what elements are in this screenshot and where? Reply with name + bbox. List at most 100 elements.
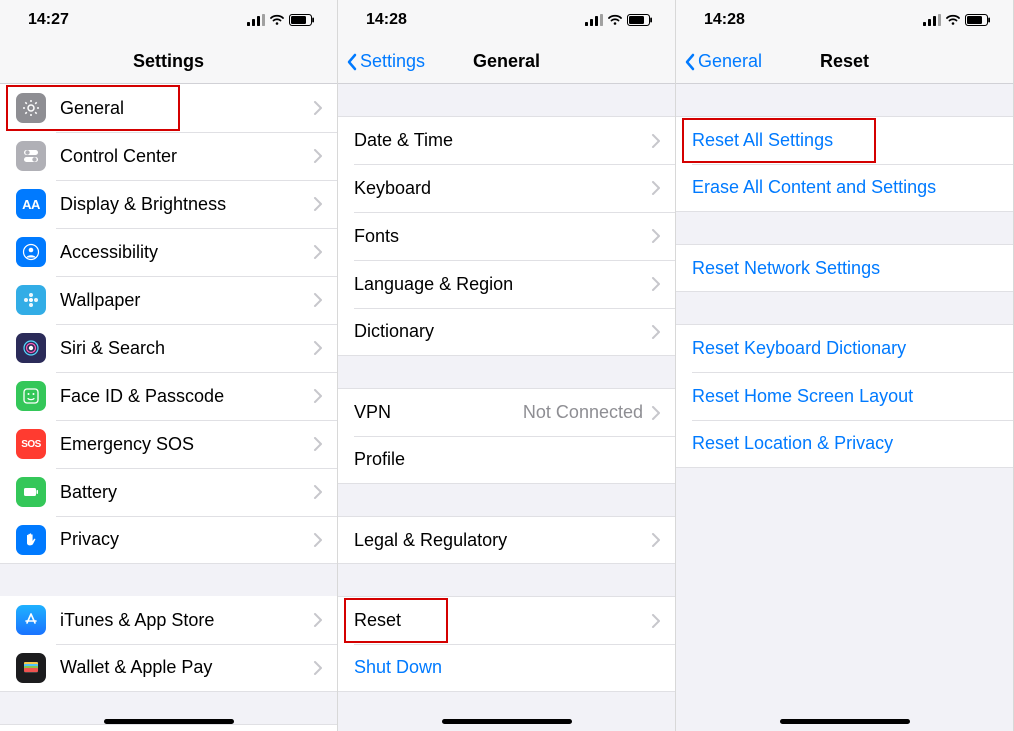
list-item[interactable]: Fonts: [338, 212, 675, 260]
list-item[interactable]: Face ID & Passcode: [0, 372, 337, 420]
battery-icon: [289, 14, 315, 26]
status-bar: 14:28: [338, 0, 675, 40]
list-item-label: Control Center: [60, 146, 313, 167]
list-item-label: Accessibility: [60, 242, 313, 263]
list-item-label: Battery: [60, 482, 313, 503]
settings-list[interactable]: General Control Center AADisplay & Brightn…: [0, 84, 337, 731]
list-item[interactable]: Profile: [338, 436, 675, 484]
faceid-icon: [16, 381, 46, 411]
list-item[interactable]: Battery: [0, 468, 337, 516]
list-item[interactable]: Wallet & Apple Pay: [0, 644, 337, 692]
list-item-label: Reset Network Settings: [692, 258, 999, 279]
battery-icon: [16, 477, 46, 507]
nav-bar: Settings General: [338, 40, 675, 84]
list-item[interactable]: Siri & Search: [0, 324, 337, 372]
status-time: 14:28: [366, 11, 407, 29]
chevron-right-icon: [313, 437, 323, 451]
back-button[interactable]: General: [684, 51, 762, 72]
list-item-label: iTunes & App Store: [60, 610, 313, 631]
status-indicators: [585, 14, 653, 26]
home-indicator[interactable]: [442, 719, 572, 724]
chevron-right-icon: [313, 197, 323, 211]
wifi-icon: [270, 14, 284, 26]
chevron-right-icon: [651, 181, 661, 195]
list-item[interactable]: Reset Keyboard Dictionary: [676, 324, 1013, 372]
list-item[interactable]: Dictionary: [338, 308, 675, 356]
reset-list[interactable]: Reset All SettingsErase All Content and …: [676, 84, 1013, 731]
nav-bar: Settings: [0, 40, 337, 84]
chevron-right-icon: [651, 533, 661, 547]
siri-orb-icon: [16, 333, 46, 363]
chevron-right-icon: [651, 325, 661, 339]
list-item[interactable]: Date & Time: [338, 116, 675, 164]
status-bar: 14:27: [0, 0, 337, 40]
list-item[interactable]: Reset Home Screen Layout: [676, 372, 1013, 420]
list-item-label: Privacy: [60, 529, 313, 550]
list-item-label: Fonts: [354, 226, 651, 247]
list-item-label: Reset Keyboard Dictionary: [692, 338, 999, 359]
flower-icon: [16, 285, 46, 315]
cellular-signal-icon: [247, 14, 265, 26]
list-item[interactable]: SOS Emergency SOS: [0, 420, 337, 468]
chevron-right-icon: [313, 533, 323, 547]
battery-icon: [627, 14, 653, 26]
chevron-right-icon: [651, 229, 661, 243]
switches-icon: [16, 141, 46, 171]
list-item-label: VPN: [354, 402, 523, 423]
battery-icon: [965, 14, 991, 26]
home-indicator[interactable]: [104, 719, 234, 724]
list-item[interactable]: Erase All Content and Settings: [676, 164, 1013, 212]
list-item[interactable]: Language & Region: [338, 260, 675, 308]
list-item[interactable]: Keyboard: [338, 164, 675, 212]
chevron-right-icon: [651, 134, 661, 148]
list-item-label: Face ID & Passcode: [60, 386, 313, 407]
general-list[interactable]: Date & TimeKeyboard Fonts Language & Regio…: [338, 84, 675, 731]
list-item[interactable]: Accessibility: [0, 228, 337, 276]
chevron-right-icon: [313, 293, 323, 307]
screen-settings: 14:27 Settings General Control Center AADi…: [0, 0, 338, 731]
screen-reset: 14:28 General Reset Reset All SettingsEr…: [676, 0, 1014, 731]
chevron-left-icon: [346, 53, 358, 71]
list-item[interactable]: VPNNot Connected: [338, 388, 675, 436]
hand-icon: [16, 525, 46, 555]
person-circle-icon: [16, 237, 46, 267]
list-item[interactable]: Reset Network Settings: [676, 244, 1013, 292]
list-item[interactable]: Legal & Regulatory: [338, 516, 675, 564]
chevron-right-icon: [651, 406, 661, 420]
status-time: 14:28: [704, 11, 745, 29]
status-indicators: [247, 14, 315, 26]
chevron-right-icon: [313, 341, 323, 355]
chevron-right-icon: [313, 245, 323, 259]
wallet-icon: [16, 653, 46, 683]
home-indicator[interactable]: [780, 719, 910, 724]
list-item-label: Reset: [354, 610, 651, 631]
back-label: General: [698, 51, 762, 72]
list-item[interactable]: Reset All Settings: [676, 116, 1013, 164]
list-item-label: Language & Region: [354, 274, 651, 295]
back-button[interactable]: Settings: [346, 51, 425, 72]
list-item[interactable]: [0, 724, 337, 731]
aa-icon: AA: [16, 189, 46, 219]
list-item[interactable]: Reset: [338, 596, 675, 644]
back-label: Settings: [360, 51, 425, 72]
cellular-signal-icon: [585, 14, 603, 26]
list-item-label: Dictionary: [354, 321, 651, 342]
sos-icon: SOS: [16, 429, 46, 459]
status-bar: 14:28: [676, 0, 1013, 40]
list-item-label: Emergency SOS: [60, 434, 313, 455]
wifi-icon: [608, 14, 622, 26]
list-item[interactable]: Reset Location & Privacy: [676, 420, 1013, 468]
appstore-icon: [16, 605, 46, 635]
list-item[interactable]: Wallpaper: [0, 276, 337, 324]
list-item[interactable]: Control Center: [0, 132, 337, 180]
list-item[interactable]: Privacy: [0, 516, 337, 564]
gear-icon: [16, 93, 46, 123]
cellular-signal-icon: [923, 14, 941, 26]
chevron-right-icon: [313, 101, 323, 115]
list-item[interactable]: AADisplay & Brightness: [0, 180, 337, 228]
page-title: Settings: [0, 51, 337, 72]
list-item[interactable]: iTunes & App Store: [0, 596, 337, 644]
list-item-label: Shut Down: [354, 657, 661, 678]
list-item[interactable]: Shut Down: [338, 644, 675, 692]
list-item[interactable]: General: [0, 84, 337, 132]
